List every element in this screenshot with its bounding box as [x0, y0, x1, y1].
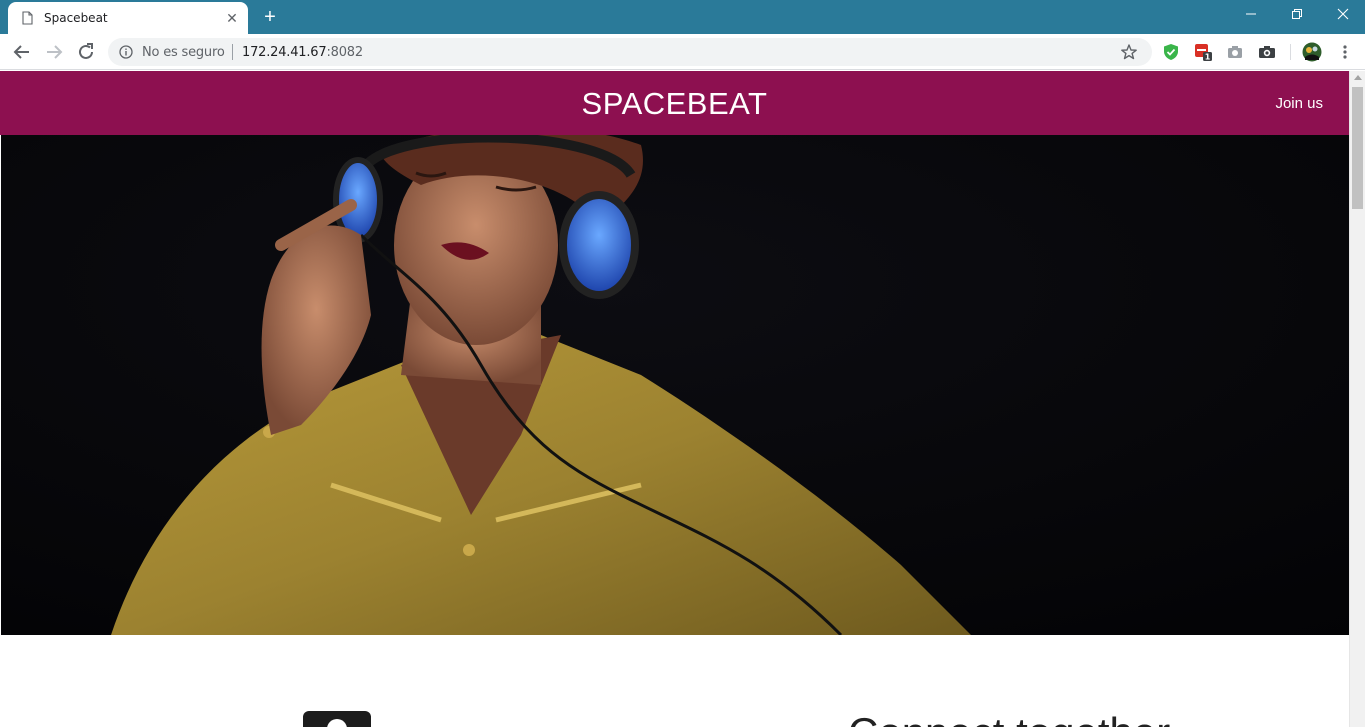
- security-status[interactable]: No es seguro: [142, 45, 225, 60]
- scroll-up-arrow-icon[interactable]: [1354, 75, 1362, 80]
- feature-icon: [303, 711, 371, 727]
- section-heading: Connect together: [848, 709, 1170, 727]
- hero-photo-woman-headphones: [1, 135, 1349, 635]
- hero-image: [1, 135, 1349, 635]
- join-us-link[interactable]: Join us: [1275, 95, 1323, 112]
- close-icon: [1337, 8, 1349, 20]
- url-host: 172.24.41.67: [242, 45, 327, 60]
- features-section: Connect together: [0, 635, 1349, 727]
- scroll-thumb[interactable]: [1352, 87, 1363, 209]
- tab-close-icon[interactable]: ✕: [224, 10, 240, 26]
- address-bar[interactable]: No es seguro 172.24.41.67:8082: [108, 38, 1152, 66]
- extension-badge-count: 1: [1205, 53, 1211, 62]
- forward-icon[interactable]: [42, 40, 66, 64]
- camera-dark-icon[interactable]: [1258, 43, 1276, 61]
- reload-icon[interactable]: [74, 40, 98, 64]
- tab-strip: Spacebeat ✕ +: [0, 0, 1365, 34]
- restore-button[interactable]: [1274, 0, 1320, 30]
- back-icon[interactable]: [10, 40, 34, 64]
- shield-check-icon[interactable]: [1162, 43, 1180, 61]
- restore-icon: [1292, 9, 1302, 19]
- info-icon[interactable]: [119, 45, 133, 59]
- page-viewport: SPACEBEAT Join us: [0, 71, 1349, 727]
- omnibox-divider: [232, 44, 233, 60]
- url-text[interactable]: 172.24.41.67:8082: [242, 45, 363, 60]
- close-window-button[interactable]: [1320, 0, 1365, 30]
- minimize-icon: [1246, 13, 1256, 15]
- site-brand[interactable]: SPACEBEAT: [0, 86, 1349, 122]
- star-icon[interactable]: [1120, 43, 1138, 61]
- camera-icon[interactable]: [1226, 43, 1244, 61]
- menu-kebab-icon[interactable]: [1336, 43, 1354, 61]
- profile-avatar-icon[interactable]: [1302, 42, 1322, 62]
- new-tab-button[interactable]: +: [259, 6, 281, 28]
- page-scrollbar[interactable]: [1349, 71, 1365, 727]
- extension-badge-icon[interactable]: 1: [1194, 43, 1212, 61]
- feature-icon-dot: [327, 719, 347, 727]
- site-header: SPACEBEAT Join us: [0, 71, 1349, 135]
- minimize-button[interactable]: [1228, 0, 1274, 30]
- browser-toolbar: No es seguro 172.24.41.67:8082 1: [0, 34, 1365, 70]
- tab-title: Spacebeat: [44, 11, 108, 25]
- toolbar-divider: [1290, 44, 1291, 60]
- url-port: :8082: [326, 45, 363, 60]
- page-icon: [22, 11, 33, 25]
- tab-spacebeat[interactable]: Spacebeat ✕: [8, 2, 248, 34]
